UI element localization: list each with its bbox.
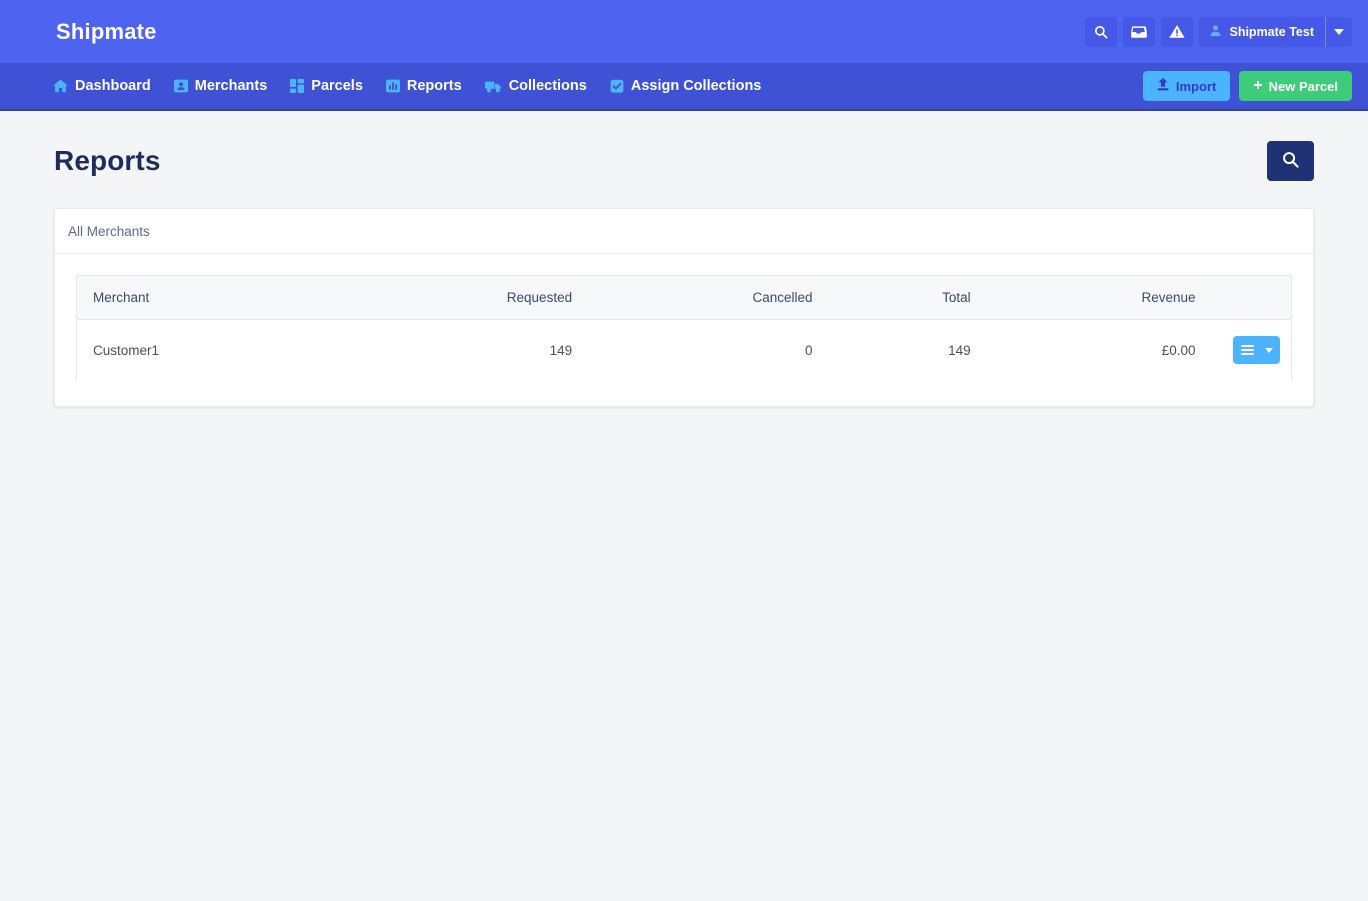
new-parcel-button[interactable]: + New Parcel	[1239, 71, 1352, 101]
page-title: Reports	[54, 145, 161, 176]
user-menu-main[interactable]: Shipmate Test	[1199, 17, 1325, 47]
cell-total: 149	[948, 342, 971, 358]
row-actions-button[interactable]	[1233, 336, 1280, 364]
cell-requested: 149	[549, 342, 573, 358]
warning-icon	[1169, 24, 1186, 39]
nav-item-parcels[interactable]: Parcels	[290, 78, 363, 94]
nav-item-reports[interactable]: Reports	[385, 78, 462, 94]
card-body: Merchant Requested Cancelled Total Reven…	[55, 254, 1313, 406]
hamburger-bars	[1240, 345, 1254, 355]
user-name-label: Shipmate Test	[1229, 24, 1314, 39]
main-navigation-bar: Dashboard Merchants Parcels Reports Coll…	[0, 63, 1368, 111]
upload-icon	[1157, 78, 1169, 94]
inbox-icon	[1131, 25, 1148, 39]
chevron-down-icon	[1265, 347, 1273, 353]
clipboard-check-icon	[610, 79, 624, 93]
column-header-total[interactable]: Total	[828, 275, 987, 320]
cell-cancelled: 0	[805, 342, 813, 358]
table-header-row: Merchant Requested Cancelled Total Reven…	[76, 275, 1292, 320]
nav-label-collections: Collections	[508, 78, 587, 94]
nav-item-merchants[interactable]: Merchants	[173, 78, 268, 94]
hamburger-menu-icon[interactable]	[1233, 336, 1261, 364]
card-header: All Merchants	[55, 209, 1313, 254]
search-icon	[1094, 25, 1108, 39]
reports-card: All Merchants Merchant Requested Cancell…	[54, 208, 1314, 407]
chevron-down-icon	[1334, 23, 1344, 41]
nav-label-parcels: Parcels	[311, 78, 363, 94]
search-icon-button[interactable]	[1085, 16, 1118, 47]
column-header-merchant[interactable]: Merchant	[76, 275, 334, 320]
plus-icon: +	[1253, 77, 1263, 94]
inbox-icon-button[interactable]	[1123, 16, 1156, 47]
cell-actions	[1212, 320, 1292, 381]
warning-icon-button[interactable]	[1161, 16, 1194, 47]
top-header-bar: Shipmate Shipmate Test	[0, 0, 1368, 63]
brand-logo[interactable]: Shipmate	[56, 19, 157, 45]
grid-blocks-icon	[290, 79, 305, 93]
import-button[interactable]: Import	[1142, 71, 1231, 101]
all-merchants-link[interactable]: All Merchants	[68, 224, 150, 239]
column-header-actions	[1211, 275, 1292, 320]
table-body: Customer1 149 0 149 £0.00	[77, 320, 1292, 381]
truck-icon	[484, 80, 502, 93]
bar-chart-icon	[385, 79, 400, 93]
home-icon	[53, 79, 68, 93]
row-actions-caret-button[interactable]	[1261, 336, 1280, 364]
page-header: Reports	[54, 141, 1314, 181]
nav-links: Dashboard Merchants Parcels Reports Coll…	[53, 63, 761, 109]
id-card-icon	[173, 79, 188, 93]
column-header-revenue[interactable]: Revenue	[986, 275, 1212, 320]
nav-action-buttons: Import + New Parcel	[1142, 71, 1352, 101]
table-row[interactable]: Customer1 149 0 149 £0.00	[77, 320, 1292, 381]
column-header-cancelled[interactable]: Cancelled	[588, 275, 829, 320]
page-search-button[interactable]	[1267, 141, 1314, 181]
nav-item-collections[interactable]: Collections	[484, 78, 587, 94]
import-button-label: Import	[1175, 78, 1217, 94]
table-head: Merchant Requested Cancelled Total Reven…	[76, 275, 1292, 320]
column-header-requested[interactable]: Requested	[333, 275, 589, 320]
cell-merchant: Customer1	[93, 342, 160, 358]
nav-label-merchants: Merchants	[194, 78, 268, 94]
user-avatar-icon	[1209, 24, 1222, 40]
user-menu-button[interactable]: Shipmate Test	[1199, 16, 1352, 47]
new-parcel-button-label: New Parcel	[1268, 78, 1338, 94]
header-actions: Shipmate Test	[1085, 16, 1352, 47]
reports-table: Merchant Requested Cancelled Total Reven…	[76, 275, 1292, 381]
nav-label-assign-collections: Assign Collections	[630, 78, 762, 94]
search-icon	[1282, 151, 1299, 171]
cell-revenue: £0.00	[1161, 342, 1196, 358]
nav-item-assign-collections[interactable]: Assign Collections	[610, 78, 762, 94]
nav-item-dashboard[interactable]: Dashboard	[53, 78, 151, 94]
nav-label-dashboard: Dashboard	[75, 78, 151, 94]
page-content: Reports All Merchants Merchant Requested…	[0, 111, 1368, 407]
user-menu-caret-button[interactable]	[1325, 16, 1352, 47]
nav-label-reports: Reports	[406, 78, 462, 94]
